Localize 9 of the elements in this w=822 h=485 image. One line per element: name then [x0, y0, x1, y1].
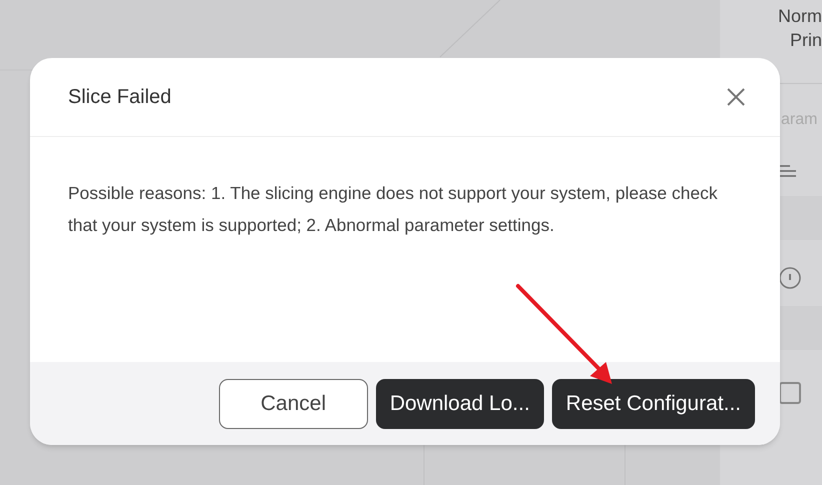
dialog-title: Slice Failed — [68, 85, 172, 110]
cancel-button[interactable]: Cancel — [218, 378, 368, 428]
print-mode-text: Norm — [778, 5, 822, 28]
list-icon — [778, 164, 798, 178]
action-button[interactable]: Reset Configurat... — [552, 378, 755, 428]
gauge-icon — [778, 266, 802, 290]
print-mode-text: Prin — [790, 29, 822, 52]
action-button[interactable]: Download Lo... — [376, 378, 544, 428]
error-message: Possible reasons: 1. The slicing engine does not support your system, please check that your system is supported; 2. Abnormal parameter settings. — [68, 182, 718, 237]
